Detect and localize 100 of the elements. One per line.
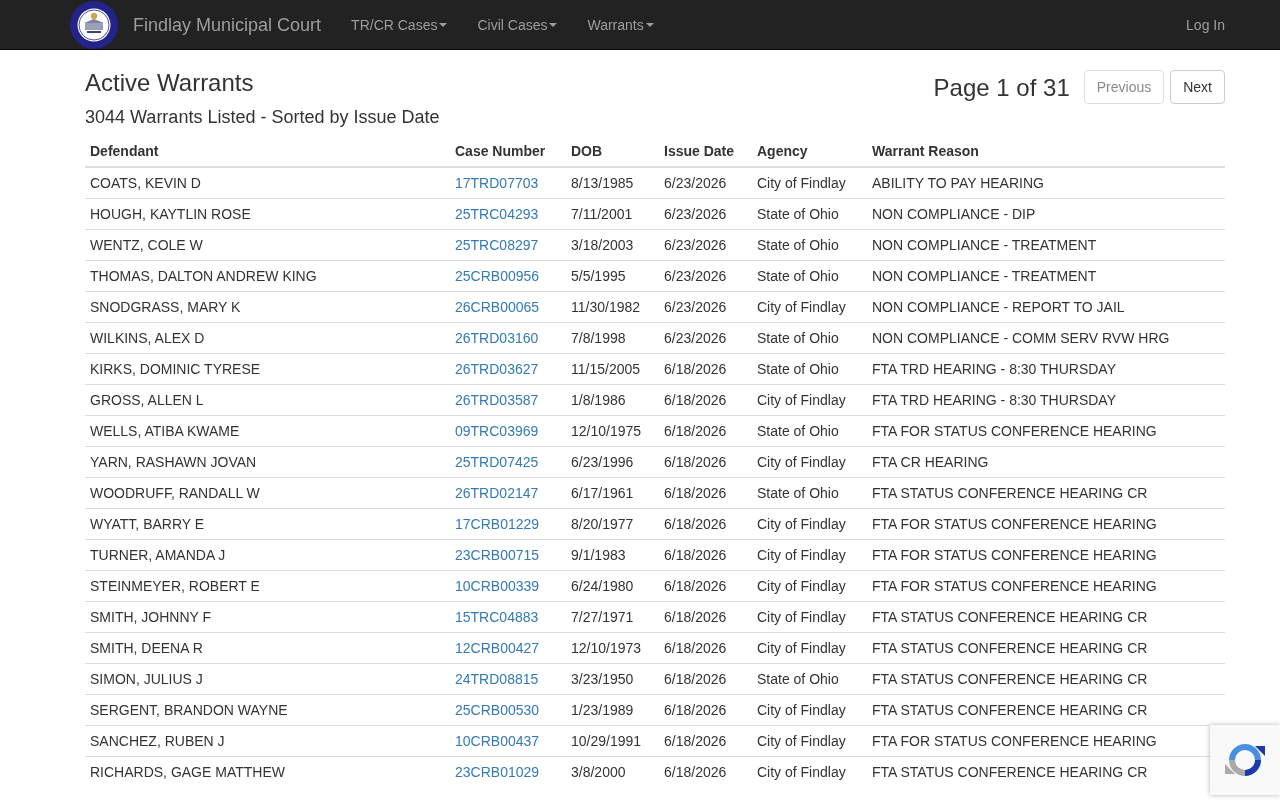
warrant-reason-text: NON COMPLIANCE - REPORT TO JAIL [872, 299, 1125, 315]
table-cell: 11/15/2005 [566, 353, 659, 385]
table-cell: 5/5/1995 [566, 260, 659, 292]
warrant-reason-text: ABILITY TO PAY HEARING [872, 175, 1044, 191]
table-cell: City of Findlay [752, 756, 867, 787]
table-cell: 3/23/1950 [566, 663, 659, 695]
column-header: DOB [566, 136, 659, 167]
warrant-reason-text: FTA STATUS CONFERENCE HEARING CR [872, 609, 1148, 625]
table-cell: 6/18/2026 [659, 415, 752, 447]
case-number-link[interactable]: 17CRB01229 [455, 516, 540, 532]
pagination-button[interactable]: Next [1170, 70, 1225, 104]
table-cell: HOUGH, KAYTLIN ROSE [85, 198, 450, 230]
case-number-link[interactable]: 12CRB00427 [455, 640, 540, 656]
table-cell: 6/18/2026 [659, 477, 752, 509]
table-cell: 8/13/1985 [566, 167, 659, 199]
table-cell: 6/18/2026 [659, 725, 752, 757]
table-cell: State of Ohio [752, 260, 867, 292]
table-cell: STEINMEYER, ROBERT E [85, 570, 450, 602]
case-number-link[interactable]: 15TRC04883 [455, 609, 539, 625]
case-number-link[interactable]: 26TRD03627 [455, 361, 539, 377]
table-cell: 12/10/1973 [566, 632, 659, 664]
menu-link[interactable]: Warrants [572, 14, 669, 35]
table-cell: 11/30/1982 [566, 291, 659, 323]
table-cell: YARN, RASHAWN JOVAN [85, 446, 450, 478]
page-indicator: Page 1 of 31 [933, 75, 1070, 101]
table-cell: 6/18/2026 [659, 663, 752, 695]
table-cell: 6/23/2026 [659, 291, 752, 323]
table-cell: State of Ohio [752, 415, 867, 447]
warrant-reason-text: NON COMPLIANCE - TREATMENT [872, 268, 1097, 284]
menu-link[interactable]: TR/CR Cases [336, 14, 463, 35]
warrant-reason-text: NON COMPLIANCE - COMM SERV RVW HRG [872, 330, 1170, 346]
table-cell: WELLS, ATIBA KWAME [85, 415, 450, 447]
case-number-link[interactable]: 25TRC08297 [455, 237, 539, 253]
table-cell: State of Ohio [752, 322, 867, 354]
table-cell: 6/23/1996 [566, 446, 659, 478]
table-cell: 3/8/2000 [566, 756, 659, 787]
column-header: Agency [752, 136, 867, 167]
table-cell: City of Findlay [752, 570, 867, 602]
column-header: Issue Date [659, 136, 752, 167]
table-cell: 12/10/1975 [566, 415, 659, 447]
case-number-link[interactable]: 24TRD08815 [455, 671, 539, 687]
table-cell: City of Findlay [752, 384, 867, 416]
case-number-link[interactable]: 10CRB00339 [455, 578, 540, 594]
warrant-reason-text: FTA TRD HEARING - 8:30 THURSDAY [872, 392, 1116, 408]
table-cell: SMITH, DEENA R [85, 632, 450, 664]
table-cell: 6/18/2026 [659, 601, 752, 633]
table-cell: 6/18/2026 [659, 632, 752, 664]
warrant-reason-text: NON COMPLIANCE - TREATMENT [872, 237, 1097, 253]
case-number-link[interactable]: 25TRD07425 [455, 454, 539, 470]
warrant-reason-text: FTA STATUS CONFERENCE HEARING CR [872, 640, 1148, 656]
brand-link[interactable]: Findlay Municipal Court [118, 14, 337, 35]
table-cell: City of Findlay [752, 291, 867, 323]
table-cell: State of Ohio [752, 198, 867, 230]
case-number-link[interactable]: 23CRB01029 [455, 764, 540, 780]
case-number-link[interactable]: 09TRC03969 [455, 423, 539, 439]
case-number-link[interactable]: 26CRB00065 [455, 299, 540, 315]
table-cell: 6/18/2026 [659, 756, 752, 787]
login-link[interactable]: Log In [1171, 14, 1240, 35]
warrant-reason-text: FTA STATUS CONFERENCE HEARING CR [872, 764, 1148, 780]
table-cell: SANCHEZ, RUBEN J [85, 725, 450, 757]
column-header: Defendant [85, 136, 450, 167]
table-cell: WENTZ, COLE W [85, 229, 450, 261]
case-number-link[interactable]: 25TRC04293 [455, 206, 539, 222]
warrant-reason-text: FTA FOR STATUS CONFERENCE HEARING [872, 516, 1157, 532]
warrant-reason-text: FTA CR HEARING [872, 454, 989, 470]
menu-link[interactable]: Civil Cases [462, 14, 573, 35]
case-number-link[interactable]: 25CRB00530 [455, 702, 540, 718]
case-number-link[interactable]: 25CRB00956 [455, 268, 540, 284]
table-cell: City of Findlay [752, 539, 867, 571]
case-number-link[interactable]: 26TRD02147 [455, 485, 539, 501]
table-cell: City of Findlay [752, 694, 867, 726]
table-cell: 6/23/2026 [659, 260, 752, 292]
table-cell: 6/23/2026 [659, 198, 752, 230]
warrant-reason-text: FTA STATUS CONFERENCE HEARING CR [872, 702, 1148, 718]
case-number-link[interactable]: 10CRB00437 [455, 733, 540, 749]
case-number-link[interactable]: 17TRD07703 [455, 175, 539, 191]
case-number-link[interactable]: 23CRB00715 [455, 547, 540, 563]
table-cell: State of Ohio [752, 477, 867, 509]
warrant-reason-text: NON COMPLIANCE - DIP [872, 206, 1036, 222]
table-cell: 8/20/1977 [566, 508, 659, 540]
table-cell: State of Ohio [752, 663, 867, 695]
case-number-link[interactable]: 26TRD03160 [455, 330, 539, 346]
table-cell: 6/23/2026 [659, 322, 752, 354]
warrant-reason-text: FTA STATUS CONFERENCE HEARING CR [872, 485, 1148, 501]
table-cell: THOMAS, DALTON ANDREW KING [85, 260, 450, 292]
table-cell: 6/23/2026 [659, 229, 752, 261]
table-cell: 6/18/2026 [659, 384, 752, 416]
case-number-link[interactable]: 26TRD03587 [455, 392, 539, 408]
table-cell: KIRKS, DOMINIC TYRESE [85, 353, 450, 385]
warrant-reason-text: FTA FOR STATUS CONFERENCE HEARING [872, 423, 1157, 439]
table-cell: City of Findlay [752, 725, 867, 757]
table-cell: 6/18/2026 [659, 446, 752, 478]
table-cell: WILKINS, ALEX D [85, 322, 450, 354]
table-cell: City of Findlay [752, 601, 867, 633]
table-cell: COATS, KEVIN D [85, 167, 450, 199]
table-cell: WOODRUFF, RANDALL W [85, 477, 450, 509]
table-cell: 6/18/2026 [659, 539, 752, 571]
table-cell: 3/18/2003 [566, 229, 659, 261]
table-cell: SNODGRASS, MARY K [85, 291, 450, 323]
table-cell: 6/18/2026 [659, 694, 752, 726]
